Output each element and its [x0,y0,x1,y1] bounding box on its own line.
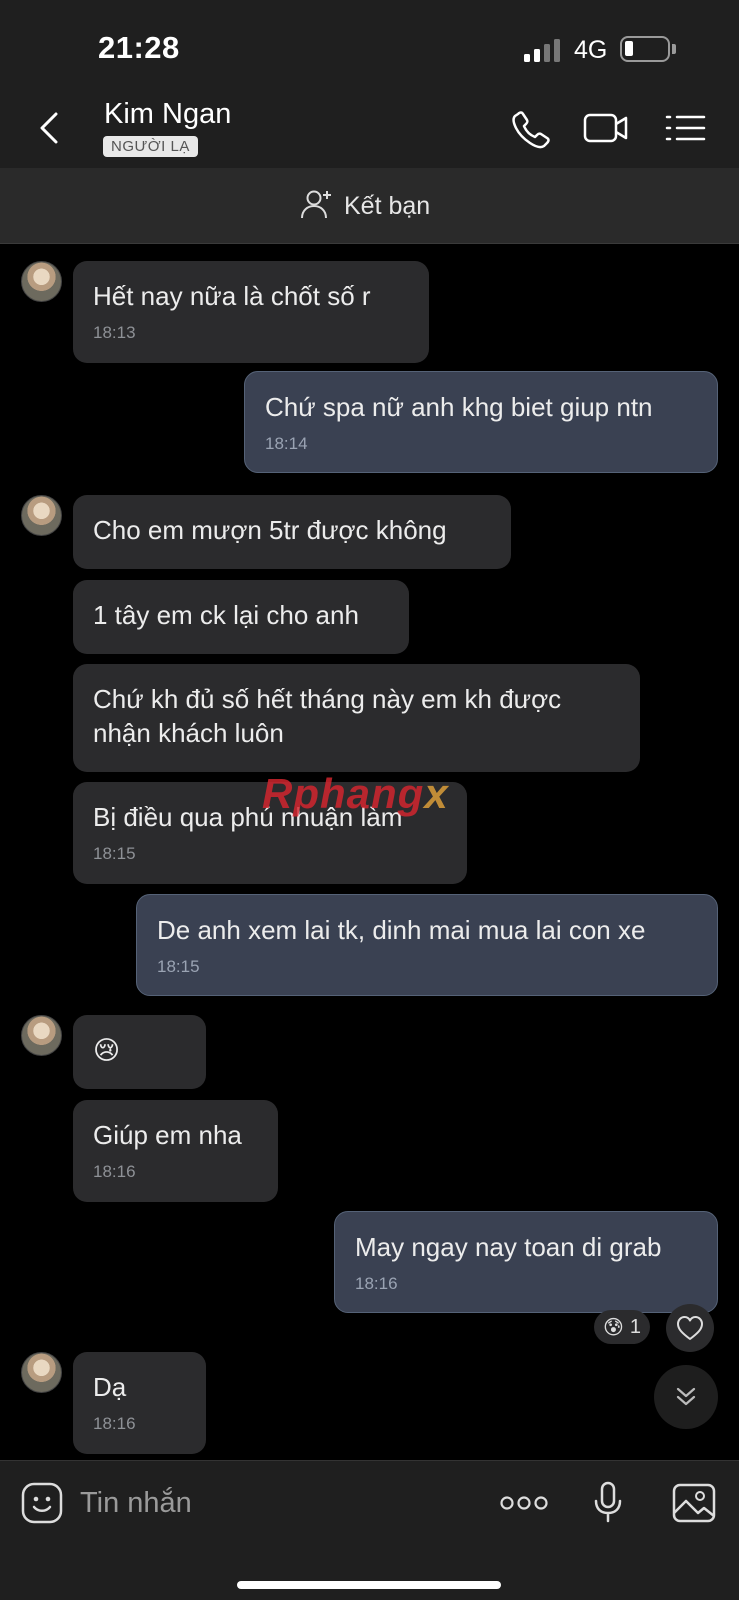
back-icon[interactable] [30,106,70,150]
message-bubble[interactable]: De anh xem lai tk, dinh mai mua lai con … [136,894,718,996]
message-text: 1 tây em ck lại cho anh [93,600,359,630]
reaction-badge[interactable]: 😰 1 [594,1310,650,1344]
phone-icon[interactable] [506,106,552,150]
network-type: 4G [574,36,608,64]
message-list[interactable]: Hết nay nữa là chốt số r 18:13 Chứ spa n… [0,244,739,1460]
watermark: Rphangx [262,770,449,818]
message-bubble[interactable]: Giúp em nha 18:16 [73,1100,278,1202]
message-bubble[interactable]: Hết nay nữa là chốt số r 18:13 [73,261,429,363]
message-text: Hết nay nữa là chốt số r [93,281,371,311]
status-bar: 21:28 4G [0,0,739,90]
status-time: 21:28 [98,30,180,65]
message-text: Chứ kh đủ số hết tháng này em kh được nh… [93,684,562,748]
add-friend-bar[interactable]: Kết bạn [0,168,739,244]
message-time: 18:16 [355,1274,398,1293]
chat-header: Kim Ngan NGƯỜI LẠ [0,90,739,168]
message-text: May ngay nay toan di grab [355,1232,662,1262]
message-time: 18:16 [93,1162,136,1181]
contact-avatar[interactable] [21,1352,62,1393]
message-time: 18:16 [93,1414,136,1433]
contact-name[interactable]: Kim Ngan [104,98,231,131]
signal-icon [524,38,564,62]
message-bubble[interactable]: Cho em mượn 5tr được không [73,495,511,569]
microphone-icon[interactable] [584,1481,632,1525]
message-time: 18:15 [157,957,200,976]
message-time: 18:15 [93,844,136,863]
double-chevron-down-icon[interactable] [654,1365,718,1429]
home-indicator [237,1581,501,1589]
composer-bar [0,1460,739,1600]
message-bubble[interactable]: 1 tây em ck lại cho anh [73,580,409,654]
add-friend-label: Kết bạn [344,192,431,220]
message-bubble[interactable]: 😢 [73,1015,206,1089]
image-icon[interactable] [670,1481,718,1525]
heart-icon[interactable] [666,1304,714,1352]
video-icon[interactable] [582,106,632,150]
sticker-icon[interactable] [20,1481,64,1525]
battery-icon [620,36,670,62]
reaction-count: 1 [629,1315,641,1338]
message-bubble[interactable]: May ngay nay toan di grab 18:16 [334,1211,718,1313]
reaction-emoji: 😰 [603,1316,624,1339]
message-text: Giúp em nha [93,1120,242,1150]
contact-avatar[interactable] [21,495,62,536]
watermark-part2: x [424,770,449,817]
message-bubble[interactable]: Chứ spa nữ anh khg biet giup ntn 18:14 [244,371,718,473]
message-text: Cho em mượn 5tr được không [93,515,447,545]
message-bubble[interactable]: Dạ 18:16 [73,1352,206,1454]
message-bubble[interactable]: Chứ kh đủ số hết tháng này em kh được nh… [73,664,640,772]
message-time: 18:13 [93,323,136,342]
message-text: Dạ [93,1372,127,1402]
contact-avatar[interactable] [21,261,62,302]
message-text: 😢 [93,1035,121,1065]
contact-avatar[interactable] [21,1015,62,1056]
stranger-badge: NGƯỜI LẠ [103,136,198,157]
message-time: 18:14 [265,434,308,453]
message-input[interactable] [80,1481,470,1525]
menu-icon[interactable] [664,106,710,150]
message-text: De anh xem lai tk, dinh mai mua lai con … [157,915,646,945]
watermark-part1: Rphang [262,770,425,817]
add-friend-icon [300,188,334,225]
more-icon[interactable] [498,1481,550,1525]
message-text: Chứ spa nữ anh khg biet giup ntn [265,392,653,422]
